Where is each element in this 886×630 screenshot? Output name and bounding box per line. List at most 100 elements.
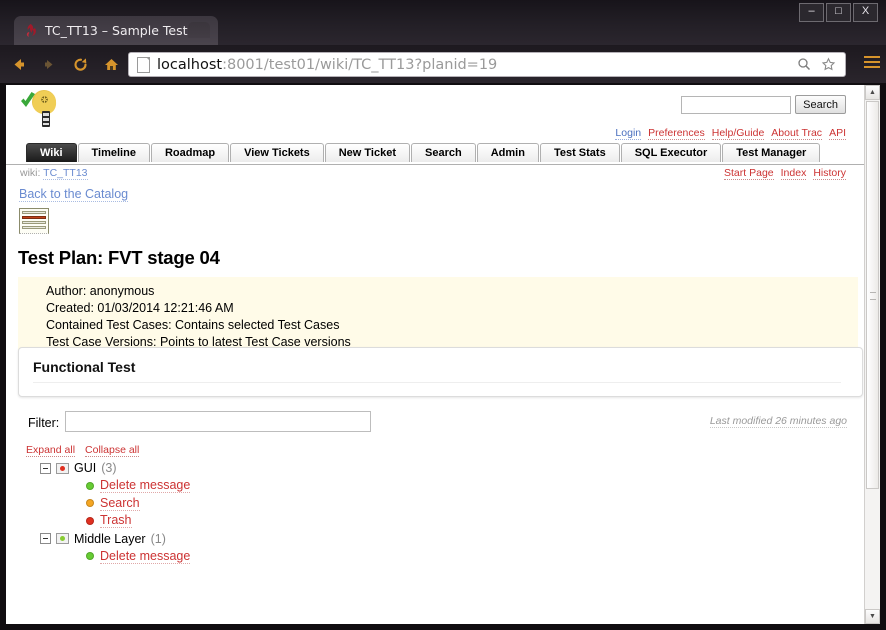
- page-viewport: Search Login Preferences Help/Guide Abou…: [6, 85, 880, 624]
- tree-test-case[interactable]: Search: [86, 495, 540, 513]
- search-submit-button[interactable]: Search: [795, 95, 846, 114]
- tree-test-case[interactable]: Delete message: [86, 477, 540, 495]
- test-case-tree: GUI (3) Delete message Search Trash: [40, 459, 540, 565]
- functional-test-title: Functional Test: [33, 359, 841, 383]
- url-path: :8001/test01/wiki/TC_TT13?planid=19: [222, 57, 497, 73]
- ctxnav-item-history[interactable]: History: [813, 167, 846, 180]
- metanav-item-about-trac[interactable]: About Trac: [771, 127, 822, 140]
- expand-all-link[interactable]: Expand all: [26, 444, 75, 457]
- tree-test-case[interactable]: Delete message: [86, 548, 540, 566]
- nav-tab-view-tickets[interactable]: View Tickets: [230, 142, 325, 162]
- filter-row: Filter: Last modified 26 minutes ago: [18, 411, 863, 435]
- metanav-item-login[interactable]: Login: [615, 127, 641, 140]
- last-modified-text: Last modified 26 minutes ago: [710, 415, 847, 428]
- url-host: localhost: [157, 57, 222, 73]
- scrollbar-thumb[interactable]: [866, 101, 879, 489]
- scroll-up-icon[interactable]: ▲: [865, 85, 880, 100]
- context-navigation: Start Page Index History: [724, 167, 846, 180]
- catalog-stripe: [22, 221, 46, 224]
- nav-tab-new-ticket-label[interactable]: New Ticket: [325, 143, 410, 162]
- status-dot: [60, 466, 65, 471]
- browser-toolbar: localhost:8001/test01/wiki/TC_TT13?plani…: [0, 45, 886, 83]
- browser-tab-strip: TC_TT13 – Sample Test ×: [0, 16, 886, 45]
- trac-favicon-icon: [23, 23, 38, 38]
- browser-tab-title: TC_TT13 – Sample Test: [45, 23, 188, 38]
- tree-test-case[interactable]: Trash: [86, 512, 540, 530]
- nav-tab-admin-label[interactable]: Admin: [477, 143, 539, 162]
- test-case-link[interactable]: Search: [100, 496, 140, 511]
- ctxnav-item-index[interactable]: Index: [781, 167, 807, 180]
- address-bar[interactable]: localhost:8001/test01/wiki/TC_TT13?plani…: [128, 52, 846, 77]
- tree-category-name: Middle Layer: [74, 532, 146, 546]
- collapse-toggle-icon[interactable]: [40, 463, 51, 474]
- reload-icon[interactable]: [67, 51, 93, 77]
- tree-category-count: (3): [101, 461, 116, 475]
- catalog-stripe: [22, 211, 46, 214]
- nav-tab-wiki-label[interactable]: Wiki: [26, 143, 77, 162]
- tree-category-middle-layer[interactable]: Middle Layer (1): [40, 530, 540, 548]
- info-author: Author: anonymous: [46, 283, 858, 300]
- test-case-link[interactable]: Delete message: [100, 549, 190, 564]
- nav-tab-sql-executor[interactable]: SQL Executor: [621, 142, 723, 162]
- page-document-icon: [137, 57, 150, 73]
- nav-tab-search[interactable]: Search: [411, 142, 477, 162]
- test-case-link[interactable]: Delete message: [100, 478, 190, 493]
- metanav: Login Preferences Help/Guide About Trac …: [615, 127, 846, 140]
- catalog-folder-icon: [56, 463, 69, 474]
- breadcrumb-prefix: wiki:: [20, 167, 40, 179]
- scroll-down-icon[interactable]: ▼: [865, 609, 880, 624]
- nav-tab-roadmap-label[interactable]: Roadmap: [151, 143, 229, 162]
- expand-collapse-row: Expand all Collapse all: [26, 444, 139, 457]
- back-to-catalog-link[interactable]: Back to the Catalog: [19, 187, 128, 202]
- vertical-scrollbar[interactable]: ▲ ▼: [864, 85, 880, 624]
- page-title: Test Plan: FVT stage 04: [18, 247, 220, 269]
- test-case-link[interactable]: Trash: [100, 513, 132, 528]
- site-search-form: Search: [681, 95, 846, 114]
- nav-tab-admin[interactable]: Admin: [477, 142, 540, 162]
- status-dot-fail: [86, 517, 94, 525]
- nav-tab-search-label[interactable]: Search: [411, 143, 476, 162]
- filter-label: Filter:: [28, 416, 59, 430]
- nav-tab-sql-executor-label[interactable]: SQL Executor: [621, 143, 722, 162]
- collapse-toggle-icon[interactable]: [40, 533, 51, 544]
- home-icon[interactable]: [98, 51, 124, 77]
- back-icon[interactable]: [5, 51, 31, 77]
- zoom-search-icon[interactable]: [797, 57, 811, 74]
- nav-tab-test-manager[interactable]: Test Manager: [722, 142, 821, 162]
- browser-tab[interactable]: TC_TT13 – Sample Test ×: [14, 16, 218, 45]
- tree-category-gui[interactable]: GUI (3): [40, 459, 540, 477]
- collapse-all-link[interactable]: Collapse all: [85, 444, 139, 457]
- breadcrumb-page-link[interactable]: TC_TT13: [43, 167, 87, 180]
- nav-tab-view-tickets-label[interactable]: View Tickets: [230, 143, 324, 162]
- status-dot: [60, 536, 65, 541]
- bookmark-star-icon[interactable]: [821, 57, 836, 76]
- filter-input[interactable]: [65, 411, 371, 432]
- nav-tab-timeline[interactable]: Timeline: [78, 142, 151, 162]
- search-input[interactable]: [681, 96, 791, 114]
- new-tab-button[interactable]: [188, 22, 210, 38]
- breadcrumb: wiki: TC_TT13: [20, 167, 88, 179]
- forward-icon[interactable]: [36, 51, 62, 77]
- nav-tab-timeline-label[interactable]: Timeline: [78, 143, 150, 162]
- nav-tab-test-manager-label[interactable]: Test Manager: [722, 143, 820, 162]
- info-created: Created: 01/03/2014 12:21:46 AM: [46, 300, 858, 317]
- status-dot-pass: [86, 552, 94, 560]
- trac-logo-icon[interactable]: [18, 88, 66, 133]
- tree-category-count: (1): [151, 532, 166, 546]
- catalog-icon[interactable]: [19, 208, 49, 234]
- metanav-item-api[interactable]: API: [829, 127, 846, 140]
- nav-tab-new-ticket[interactable]: New Ticket: [325, 142, 411, 162]
- trac-banner: Search Login Preferences Help/Guide Abou…: [6, 85, 864, 135]
- nav-tab-test-stats[interactable]: Test Stats: [540, 142, 621, 162]
- catalog-stripe-active: [22, 216, 46, 219]
- nav-tab-roadmap[interactable]: Roadmap: [151, 142, 230, 162]
- catalog-folder-icon: [56, 533, 69, 544]
- ctxnav-item-start-page[interactable]: Start Page: [724, 167, 774, 180]
- nav-tab-wiki[interactable]: Wiki: [26, 142, 78, 162]
- os-window: – □ X TC_TT13 – Sample Test ×: [0, 0, 886, 630]
- metanav-item-preferences[interactable]: Preferences: [648, 127, 705, 140]
- tree-category-name: GUI: [74, 461, 96, 475]
- metanav-item-help-guide[interactable]: Help/Guide: [712, 127, 765, 140]
- nav-tab-test-stats-label[interactable]: Test Stats: [540, 143, 620, 162]
- browser-menu-icon[interactable]: [864, 56, 880, 72]
